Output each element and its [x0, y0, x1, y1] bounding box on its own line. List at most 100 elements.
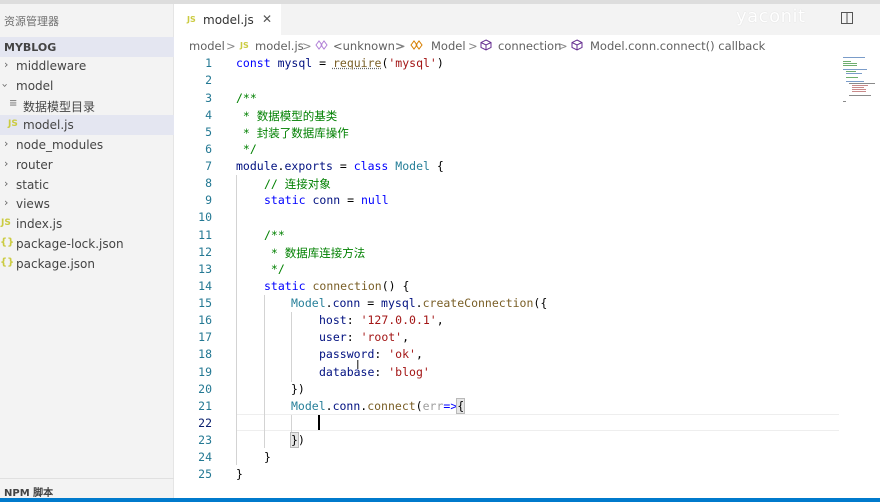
code-line: 22: [174, 415, 880, 432]
js-file-icon: JS: [8, 119, 18, 129]
minimap-line: [843, 65, 857, 66]
line-number: 7: [205, 159, 212, 173]
workspace-section-header[interactable]: MYBLOG: [0, 37, 174, 57]
chevron-right-icon: ›: [4, 196, 9, 209]
tree-item-label: views: [16, 197, 50, 211]
tree-item-label: middleware: [16, 59, 87, 73]
code-line: 4 * 数据模型的基类: [174, 107, 880, 124]
token: const: [236, 56, 271, 70]
json-file-icon: {}: [0, 237, 15, 248]
breadcrumb-separator: >: [468, 39, 478, 53]
line-number: 21: [198, 399, 212, 413]
tree-folder-middleware[interactable]: › middleware: [0, 56, 174, 76]
breadcrumb-separator: >: [396, 39, 406, 53]
minimap-line: [846, 81, 864, 82]
token: () {: [381, 279, 410, 293]
code-line: 6 */: [174, 141, 880, 158]
token: ): [297, 433, 305, 447]
breadcrumb-separator: >: [302, 39, 312, 53]
npm-scripts-header[interactable]: NPM 脚本: [0, 478, 174, 499]
json-file-icon: {}: [0, 257, 15, 268]
breadcrumb-item[interactable]: <unknown>: [333, 39, 405, 53]
symbol-method-icon: [571, 39, 583, 51]
token: .: [325, 296, 333, 310]
token: =: [360, 296, 382, 310]
code-comment: */: [264, 262, 285, 276]
line-number: 13: [198, 262, 212, 276]
breadcrumb-item[interactable]: model: [189, 39, 225, 53]
tree-folder-node-modules[interactable]: › node_modules: [0, 135, 174, 155]
code-text: host: '127.0.0.1',: [319, 313, 444, 327]
code-text: }: [236, 467, 243, 481]
explorer-sidebar: 资源管理器 MYBLOG › middleware › model ≡ 数据模型…: [0, 4, 174, 499]
breadcrumb-item[interactable]: connection: [498, 39, 561, 53]
line-number: 1: [205, 56, 212, 70]
code-text: }): [291, 382, 305, 396]
tree-item-label: package.json: [16, 257, 96, 271]
line-number: 25: [198, 467, 212, 481]
tree-file-model-js[interactable]: JS model.js: [0, 115, 174, 135]
npm-scripts-label: NPM 脚本: [4, 488, 54, 499]
line-number: 2: [205, 73, 212, 87]
tree-folder-static[interactable]: › static: [0, 175, 174, 195]
tree-item-label: model: [16, 79, 54, 93]
symbol-function-icon: [315, 40, 328, 50]
token: connection: [312, 279, 382, 293]
token: =: [332, 159, 354, 173]
token: '127.0.0.1': [360, 313, 437, 327]
code-line: 16 host: '127.0.0.1',: [174, 312, 880, 329]
token: static: [264, 193, 306, 207]
token: err: [422, 399, 444, 413]
tree-folder-router[interactable]: › router: [0, 155, 174, 175]
code-line: 15 Model.conn = mysql.createConnection({: [174, 295, 880, 312]
split-editor-icon[interactable]: [840, 11, 854, 25]
token: =>: [443, 399, 458, 413]
line-number: 24: [198, 450, 212, 464]
markdown-file-icon: ≡: [9, 98, 18, 109]
code-line: 17 user: 'root',: [174, 329, 880, 346]
line-number: 18: [198, 347, 212, 361]
token: :: [346, 313, 361, 327]
code-line: 25 }: [174, 466, 880, 483]
tree-file-index-js[interactable]: JS index.js: [0, 214, 174, 234]
minimap[interactable]: [840, 55, 880, 105]
code-comment: * 数据库连接方法: [264, 246, 366, 260]
token: :: [374, 365, 389, 379]
code-line: 14 static connection() {: [174, 278, 880, 295]
minimap-line: [849, 83, 875, 84]
line-number: 14: [198, 279, 212, 293]
symbol-method-icon: [480, 39, 492, 51]
close-icon[interactable]: ✕: [262, 12, 272, 26]
line-number: 3: [205, 91, 212, 105]
chevron-right-icon: ›: [4, 137, 9, 150]
code-editor[interactable]: 1 const mysql = require('mysql') 2 3 /**…: [174, 55, 880, 498]
token: ,: [402, 330, 410, 344]
tree-folder-model[interactable]: › model: [0, 76, 174, 96]
minimap-line: [843, 63, 857, 64]
tree-file-package-json[interactable]: {} package.json: [0, 254, 174, 274]
tab-model-js[interactable]: JS model.js ✕: [174, 4, 281, 35]
line-number: 5: [205, 125, 212, 139]
token: :: [374, 347, 389, 361]
token: Model: [291, 399, 326, 413]
token: conn: [332, 296, 361, 310]
code-text: const mysql = require('mysql'): [236, 56, 444, 70]
minimap-line: [852, 89, 866, 90]
line-number: 9: [205, 193, 212, 207]
tree-file-package-lock[interactable]: {} package-lock.json: [0, 234, 174, 254]
token: Model: [395, 159, 430, 173]
breadcrumb-item[interactable]: model.js: [255, 39, 304, 53]
token: {: [429, 159, 444, 173]
minimap-line: [843, 57, 865, 58]
line-number: 19: [198, 365, 212, 379]
line-number: 20: [198, 382, 212, 396]
text-cursor: [318, 415, 320, 430]
tree-item-label: package-lock.json: [16, 237, 124, 251]
token: .: [325, 399, 333, 413]
tree-file-markdown[interactable]: ≡ 数据模型目录: [0, 95, 174, 115]
token: ,: [436, 313, 444, 327]
breadcrumb-item[interactable]: Model.conn.connect() callback: [590, 39, 765, 53]
token: =: [340, 193, 361, 207]
breadcrumb-item[interactable]: Model: [431, 39, 466, 53]
tree-folder-views[interactable]: › views: [0, 194, 174, 214]
